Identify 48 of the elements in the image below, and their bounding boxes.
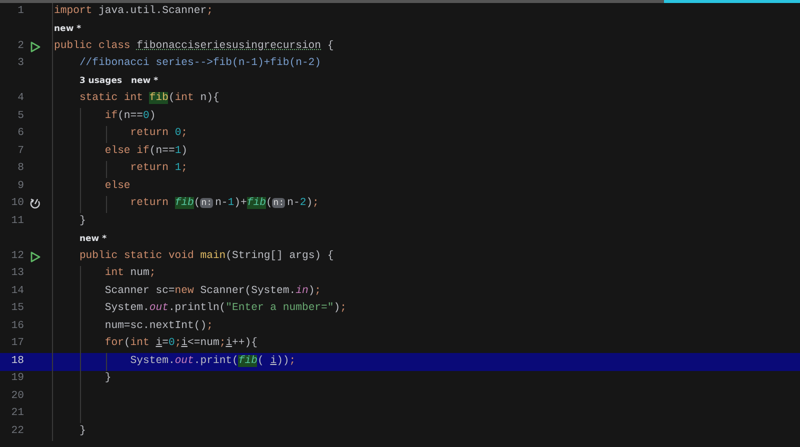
line-number: 3 xyxy=(16,56,24,72)
code-line: public static void main(String[] args) { xyxy=(78,248,334,264)
line-number: 15 xyxy=(10,301,24,316)
run-icon[interactable] xyxy=(29,250,41,263)
code-line: return 1; xyxy=(129,161,188,176)
code-line: Scanner sc=new Scanner(System.in); xyxy=(104,284,322,299)
run-icon[interactable] xyxy=(29,40,41,53)
code-line: } xyxy=(104,371,112,386)
line-number: 18 xyxy=(10,354,24,369)
code-line: public class fibonacciseriesusingrecursion { xyxy=(54,38,334,54)
line-number: 17 xyxy=(10,336,24,352)
line-number: 11 xyxy=(10,214,24,229)
line-number: 14 xyxy=(10,284,24,299)
line-number: 9 xyxy=(16,178,24,194)
code-line: return fib(n: n-1)+fib(n: n-2); xyxy=(129,196,319,212)
line-number: 16 xyxy=(10,318,24,334)
code-line: System.out.println("Enter a number="); xyxy=(104,301,346,316)
line-number: 4 xyxy=(16,91,24,106)
line-number: 5 xyxy=(16,108,24,124)
line-number: 8 xyxy=(16,161,24,176)
code-line: int num; xyxy=(104,266,156,282)
code-line: System.out.print(fib( i)); xyxy=(129,354,296,369)
inlay-hint[interactable]: new * xyxy=(79,232,107,246)
line-number: 13 xyxy=(10,266,24,282)
line-number: 22 xyxy=(10,424,24,439)
line-number: 21 xyxy=(10,406,24,422)
line-number: 6 xyxy=(16,126,24,142)
line-number: 20 xyxy=(10,388,24,404)
line-number: 1 xyxy=(16,4,24,19)
code-line: static int fib(int n){ xyxy=(78,91,220,106)
line-number: 2 xyxy=(16,38,24,54)
inlay-hint[interactable]: 3 usages new * xyxy=(79,75,158,88)
line-number: 12 xyxy=(10,248,24,264)
code-line: else if(n==1) xyxy=(104,144,188,159)
line-number: 7 xyxy=(16,144,24,159)
code-line: if(n==0) xyxy=(104,108,156,124)
code-line: else xyxy=(104,178,130,194)
code-line: return 0; xyxy=(129,126,188,142)
inlay-hint[interactable]: new * xyxy=(54,22,82,36)
line-number: 10 xyxy=(10,196,24,212)
code-line: //fibonacci series-->fib(n-1)+fib(n-2) xyxy=(78,56,322,72)
line-number: 19 xyxy=(10,371,24,386)
code-line: } xyxy=(78,424,86,439)
recursion-icon[interactable] xyxy=(29,198,41,210)
code-line: import java.util.Scanner; xyxy=(54,4,213,19)
code-line: for(int i=0;i<=num;i++){ xyxy=(104,336,258,352)
code-line: } xyxy=(78,214,86,229)
code-line: num=sc.nextInt(); xyxy=(104,318,213,334)
